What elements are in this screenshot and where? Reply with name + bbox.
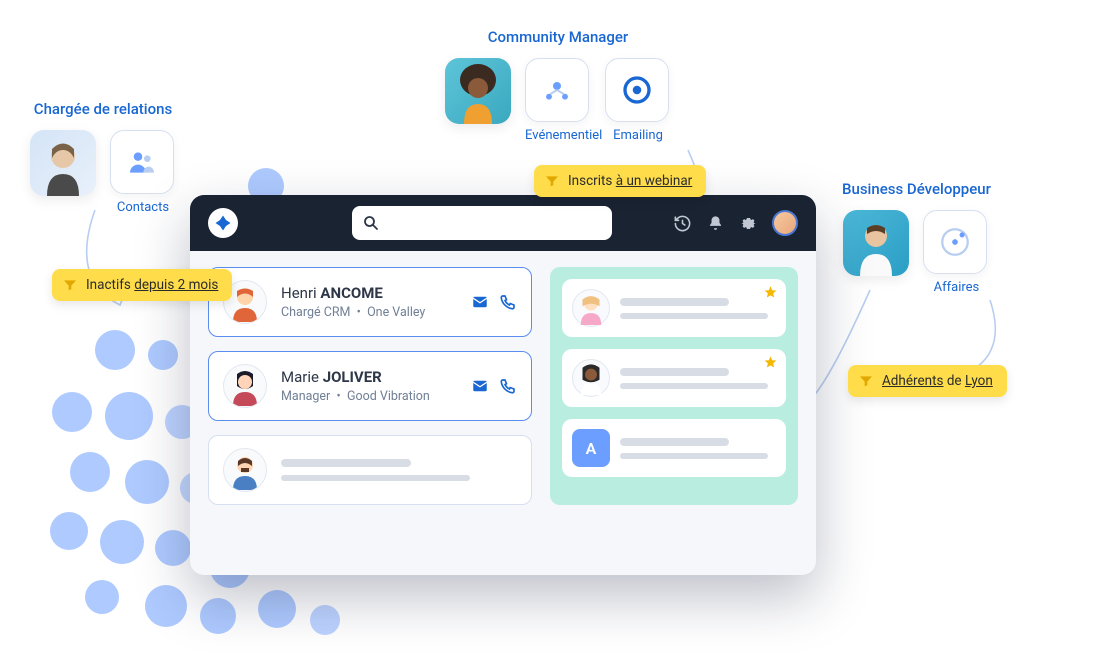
item-avatar bbox=[572, 289, 610, 327]
tool-emailing-icon bbox=[605, 58, 669, 122]
tag-inactive[interactable]: Inactifs depuis 2 mois bbox=[52, 269, 232, 301]
tool-contacts-icon bbox=[110, 130, 174, 194]
tool-event-icon bbox=[525, 58, 589, 122]
persona-relations-avatar bbox=[30, 130, 96, 196]
list-item[interactable] bbox=[562, 279, 786, 337]
contact-meta: Chargé CRM • One Valley bbox=[281, 305, 457, 320]
phone-icon[interactable] bbox=[499, 377, 517, 395]
tool-emailing-label: Emailing bbox=[605, 128, 671, 143]
persona-community: Community Manager Evénementiel Emailing bbox=[445, 28, 671, 143]
tag-webinar[interactable]: Inscrits à un webinar bbox=[534, 165, 706, 197]
me-avatar[interactable] bbox=[772, 210, 798, 236]
list-item[interactable] bbox=[562, 349, 786, 407]
contact-meta: Manager • Good Vibration bbox=[281, 389, 457, 404]
filter-icon bbox=[62, 277, 78, 293]
mail-icon[interactable] bbox=[471, 377, 489, 395]
star-icon bbox=[763, 355, 778, 370]
tool-contacts-label: Contacts bbox=[110, 200, 176, 215]
app-logo[interactable] bbox=[208, 208, 238, 238]
history-icon[interactable] bbox=[673, 214, 692, 233]
tool-affaires-label: Affaires bbox=[923, 280, 989, 295]
tag-webinar-text: Inscrits à un webinar bbox=[568, 173, 692, 189]
persona-community-avatar bbox=[445, 58, 511, 124]
app-window: Henri ANCOME Chargé CRM • One Valley Mar… bbox=[190, 195, 816, 575]
contact-card[interactable]: Henri ANCOME Chargé CRM • One Valley bbox=[208, 267, 532, 337]
gear-icon[interactable] bbox=[739, 214, 758, 233]
filter-icon bbox=[544, 173, 560, 189]
persona-bizdev-avatar bbox=[843, 210, 909, 276]
persona-relations: Chargée de relations Contacts bbox=[30, 100, 176, 215]
contacts-list: Henri ANCOME Chargé CRM • One Valley Mar… bbox=[208, 267, 532, 505]
search-icon bbox=[362, 214, 380, 232]
filter-icon bbox=[858, 373, 874, 389]
contact-avatar bbox=[223, 364, 267, 408]
tag-inactive-text: Inactifs depuis 2 mois bbox=[86, 277, 218, 293]
bell-icon[interactable] bbox=[706, 214, 725, 233]
tag-members-text: Adhérents de Lyon bbox=[882, 373, 993, 389]
tool-affaires-icon bbox=[923, 210, 987, 274]
filtered-panel: A bbox=[550, 267, 798, 505]
list-item[interactable]: A bbox=[562, 419, 786, 477]
contact-avatar bbox=[223, 448, 267, 492]
app-topbar bbox=[190, 195, 816, 251]
star-icon bbox=[763, 285, 778, 300]
item-avatar-initial: A bbox=[572, 429, 610, 467]
mail-icon[interactable] bbox=[471, 293, 489, 311]
persona-relations-title: Chargée de relations bbox=[30, 100, 176, 118]
tag-members[interactable]: Adhérents de Lyon bbox=[848, 365, 1007, 397]
phone-icon[interactable] bbox=[499, 293, 517, 311]
item-avatar bbox=[572, 359, 610, 397]
persona-bizdev: Business Développeur Affaires bbox=[842, 180, 991, 295]
contact-card-placeholder[interactable] bbox=[208, 435, 532, 505]
search-input[interactable] bbox=[352, 206, 612, 240]
contact-name: Henri ANCOME bbox=[281, 284, 457, 302]
contact-card[interactable]: Marie JOLIVER Manager • Good Vibration bbox=[208, 351, 532, 421]
tool-event-label: Evénementiel bbox=[525, 128, 591, 143]
contact-name: Marie JOLIVER bbox=[281, 368, 457, 386]
persona-community-title: Community Manager bbox=[445, 28, 671, 46]
persona-bizdev-title: Business Développeur bbox=[842, 180, 991, 198]
